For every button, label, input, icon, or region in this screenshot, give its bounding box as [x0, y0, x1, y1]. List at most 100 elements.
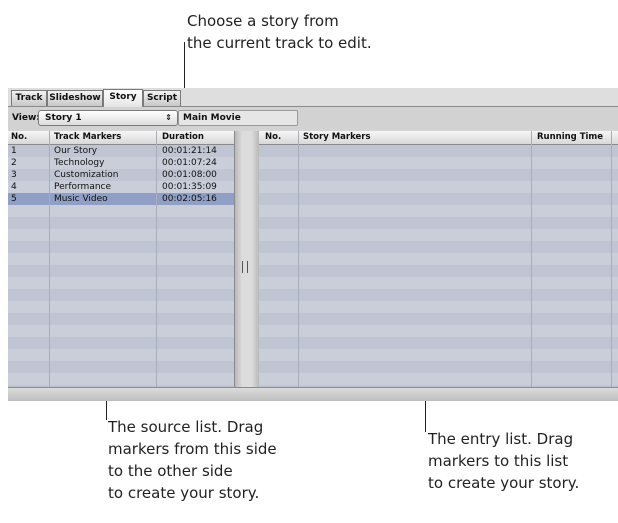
empty-row: [259, 217, 618, 229]
table-header: No. Story Markers Running Time: [259, 131, 618, 145]
column-header-story-markers[interactable]: Story Markers: [303, 132, 371, 142]
empty-row: [8, 313, 234, 325]
empty-row: [8, 241, 234, 253]
empty-row: [259, 313, 618, 325]
empty-row: [8, 217, 234, 229]
track-marker-name: Customization: [54, 170, 119, 180]
empty-row: [259, 301, 618, 313]
empty-row: [259, 277, 618, 289]
empty-row: [8, 373, 234, 385]
bottom-bar: [8, 387, 618, 401]
story-markers-list[interactable]: No. Story Markers Running Time: [259, 131, 618, 387]
row-number: 2: [11, 158, 17, 168]
row-number: 5: [11, 194, 17, 204]
callout-line: Choose a story from: [187, 12, 339, 30]
column-header-no[interactable]: No.: [265, 132, 281, 142]
column-header-no[interactable]: No.: [11, 132, 27, 142]
empty-row: [8, 361, 234, 373]
empty-row: [8, 325, 234, 337]
empty-row: [259, 205, 618, 217]
duration: 00:01:08:00: [162, 170, 217, 180]
column-header-running-time[interactable]: Running Time: [537, 132, 603, 142]
empty-row: [8, 277, 234, 289]
callout-line: to create your story.: [108, 484, 260, 502]
tab-bar: Track Slideshow Story Script: [8, 88, 618, 107]
table-row[interactable]: 3 Customization 00:01:08:00: [8, 169, 234, 181]
track-marker-name: Our Story: [54, 146, 98, 156]
table-row[interactable]: 4 Performance 00:01:35:09: [8, 181, 234, 193]
empty-row: [259, 169, 618, 181]
empty-row: [259, 157, 618, 169]
track-rows: 1 Our Story 00:01:21:14 2 Technology 00:01:07…: [8, 145, 234, 385]
story-select[interactable]: Story 1 ⇕: [38, 110, 178, 126]
callout-choose-story: Choose a story from the current track to…: [187, 10, 372, 54]
tab-slideshow[interactable]: Slideshow: [47, 90, 103, 106]
duration: 00:01:21:14: [162, 146, 217, 156]
row-number: 3: [11, 170, 17, 180]
empty-row: [8, 337, 234, 349]
empty-row: [8, 205, 234, 217]
empty-row: [259, 349, 618, 361]
list-splitter[interactable]: [234, 131, 260, 387]
movie-name-field: Main Movie: [178, 110, 298, 126]
duration: 00:01:07:24: [162, 158, 217, 168]
column-header-track-markers[interactable]: Track Markers: [54, 132, 121, 142]
up-down-arrows-icon: ⇕: [165, 113, 172, 122]
empty-row: [8, 229, 234, 241]
splitter-grip-icon[interactable]: [242, 261, 248, 273]
movie-name: Main Movie: [183, 113, 241, 123]
empty-row: [259, 193, 618, 205]
view-row: View: Story 1 ⇕ Main Movie: [8, 107, 618, 129]
callout-line: The source list. Drag: [108, 418, 264, 436]
callout-line: markers to this list: [428, 452, 569, 470]
callout-line: the current track to edit.: [187, 34, 372, 52]
table-header: No. Track Markers Duration: [8, 131, 234, 145]
column-header-duration[interactable]: Duration: [162, 132, 204, 142]
duration: 00:01:35:09: [162, 182, 217, 192]
callout-line: to the other side: [108, 462, 233, 480]
row-number: 1: [11, 146, 17, 156]
row-number: 4: [11, 182, 17, 192]
column-divider: [156, 131, 157, 387]
track-marker-name: Performance: [54, 182, 112, 192]
table-row[interactable]: 5 Music Video 00:02:05:16: [8, 193, 234, 205]
story-editor-panel: Track Slideshow Story Script View: Story…: [8, 88, 618, 401]
table-row[interactable]: 1 Our Story 00:01:21:14: [8, 145, 234, 157]
callout-line: markers from this side: [108, 440, 277, 458]
view-label: View:: [12, 113, 40, 123]
empty-row: [259, 361, 618, 373]
callout-line: The entry list. Drag: [428, 430, 574, 448]
tab-script[interactable]: Script: [143, 90, 181, 106]
duration: 00:02:05:16: [162, 194, 217, 204]
tab-story[interactable]: Story: [103, 89, 143, 107]
empty-row: [8, 253, 234, 265]
empty-row: [8, 289, 234, 301]
empty-row: [259, 289, 618, 301]
empty-row: [259, 337, 618, 349]
tab-track[interactable]: Track: [11, 90, 47, 106]
empty-row: [259, 373, 618, 385]
column-divider: [611, 131, 612, 387]
empty-row: [259, 325, 618, 337]
column-divider: [49, 131, 50, 387]
track-marker-name: Music Video: [54, 194, 108, 204]
track-markers-list[interactable]: No. Track Markers Duration 1 Our Story 00:…: [8, 131, 234, 387]
story-select-value: Story 1: [45, 113, 82, 123]
column-divider: [531, 131, 532, 387]
callout-entry-list: The entry list. Drag markers to this lis…: [428, 428, 579, 494]
column-divider: [298, 131, 299, 387]
callout-source-list: The source list. Drag markers from this …: [108, 416, 277, 504]
empty-row: [8, 349, 234, 361]
empty-row: [259, 241, 618, 253]
empty-row: [259, 229, 618, 241]
story-rows: [259, 145, 618, 385]
empty-row: [259, 145, 618, 157]
table-row[interactable]: 2 Technology 00:01:07:24: [8, 157, 234, 169]
empty-row: [8, 301, 234, 313]
track-marker-name: Technology: [54, 158, 105, 168]
callout-line: to create your story.: [428, 474, 580, 492]
empty-row: [259, 253, 618, 265]
empty-row: [259, 181, 618, 193]
empty-row: [259, 265, 618, 277]
empty-row: [8, 265, 234, 277]
